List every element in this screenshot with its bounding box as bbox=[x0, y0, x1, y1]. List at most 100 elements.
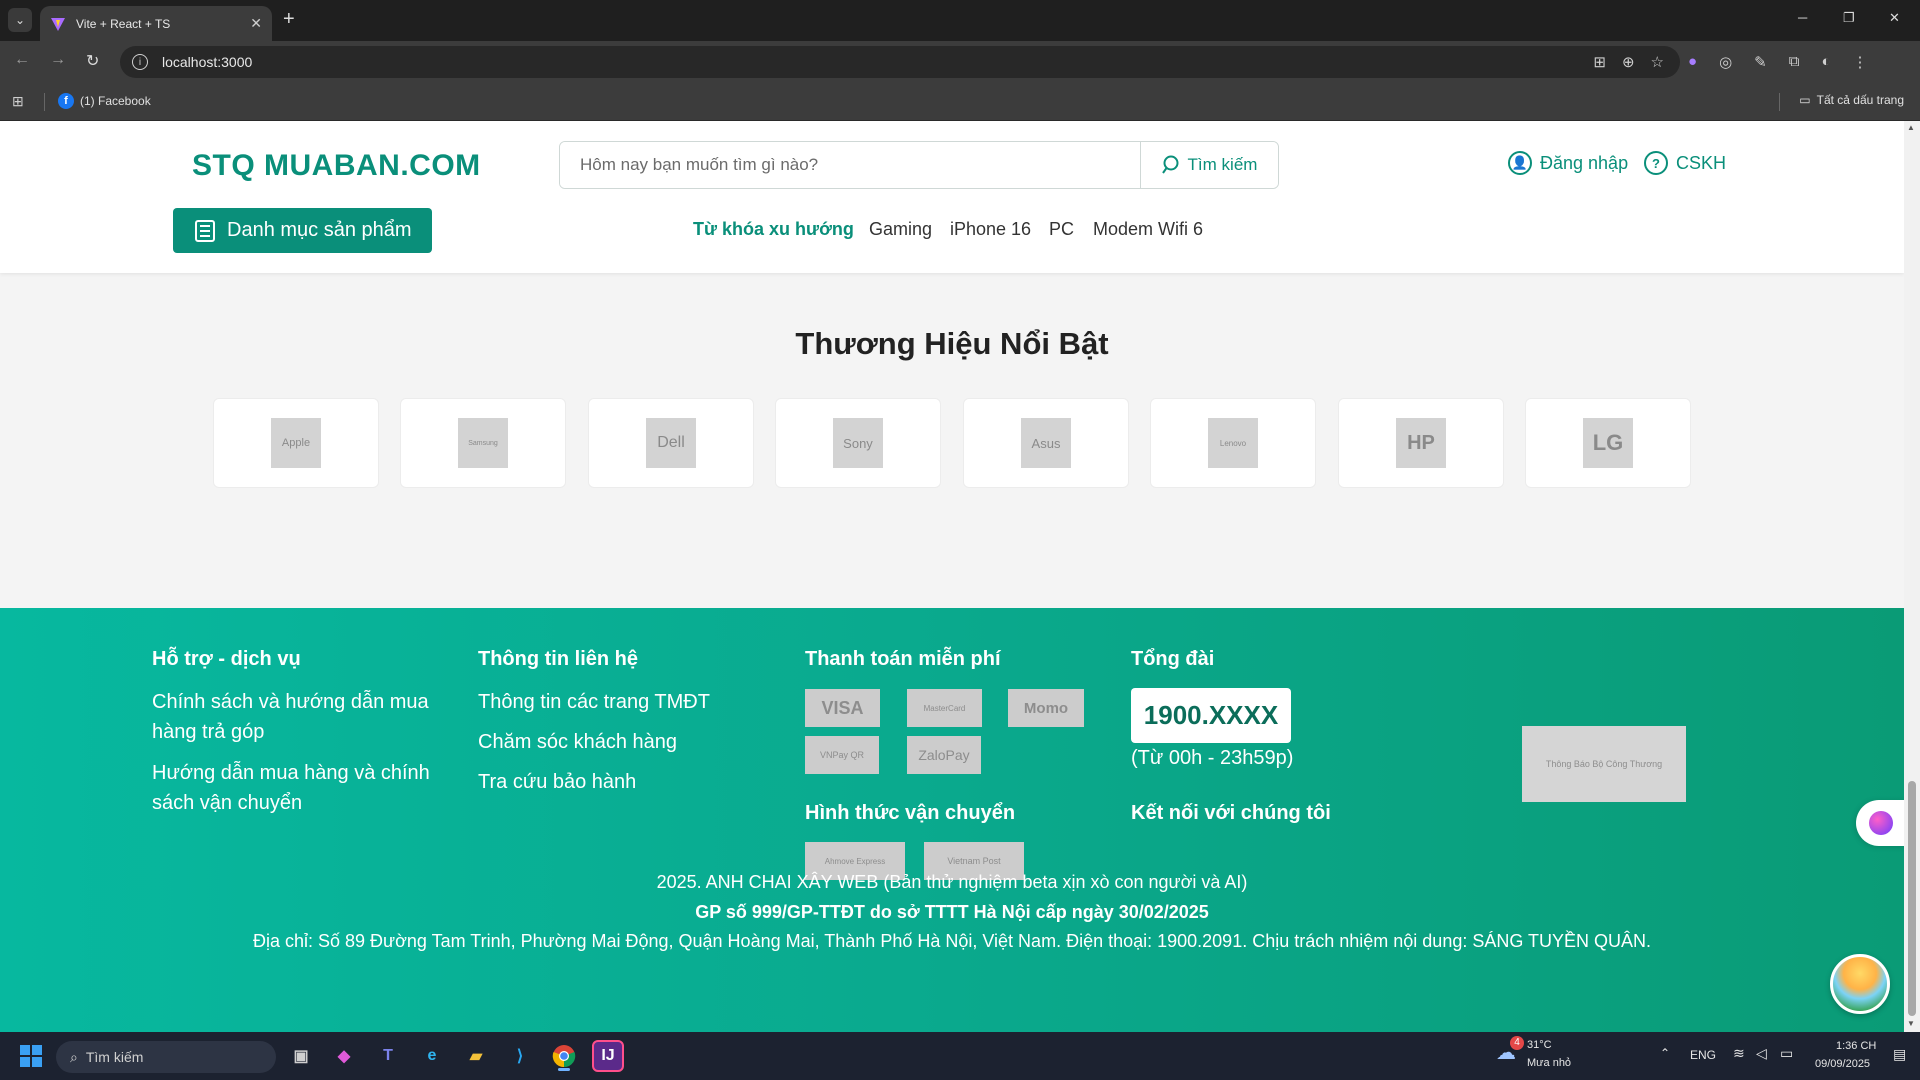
bookmark-facebook-label: (1) Facebook bbox=[80, 94, 151, 108]
bookmarks-divider-right bbox=[1779, 93, 1780, 111]
tab-title: Vite + React + TS bbox=[76, 16, 171, 31]
page-scrollbar[interactable]: ▲ ▼ bbox=[1904, 121, 1920, 1032]
site-footer: Hỗ trợ - dịch vụ Chính sách và hướng dẫn… bbox=[0, 608, 1904, 1032]
footer-link[interactable]: Thông tin các trang TMĐT bbox=[478, 687, 710, 717]
translate-icon[interactable]: ⊞ bbox=[1593, 53, 1606, 71]
payment-zalopay: ZaloPay bbox=[907, 736, 981, 774]
support-link[interactable]: ? CSKH bbox=[1644, 151, 1726, 175]
hotline-number[interactable]: 1900.XXXX bbox=[1131, 688, 1291, 743]
restore-icon[interactable]: ❐ bbox=[1843, 10, 1855, 26]
forward-icon[interactable]: → bbox=[50, 51, 66, 69]
scrollbar-thumb[interactable] bbox=[1908, 781, 1916, 1016]
chat-widget-button[interactable] bbox=[1830, 954, 1890, 1014]
payment-vnpay: VNPay QR bbox=[805, 736, 879, 774]
scroll-up-icon[interactable]: ▲ bbox=[1907, 123, 1915, 132]
wifi-icon[interactable]: ≋ bbox=[1733, 1045, 1745, 1062]
language-indicator[interactable]: ENG bbox=[1690, 1048, 1716, 1062]
brand-logo: Asus bbox=[1021, 418, 1071, 468]
tray-overflow-icon[interactable]: ⌃ bbox=[1660, 1046, 1670, 1060]
user-icon: 👤 bbox=[1508, 151, 1532, 175]
bookmarks-bar: ⊞ f (1) Facebook ▭ Tất cả dấu trang bbox=[0, 83, 1920, 121]
ai-assistant-button[interactable] bbox=[1856, 800, 1904, 846]
teams-icon[interactable]: T bbox=[372, 1040, 404, 1072]
clock-date[interactable]: 09/09/2025 bbox=[1815, 1058, 1870, 1070]
vscode-icon[interactable]: ⟩ bbox=[504, 1040, 536, 1072]
brand-card-lenovo[interactable]: Lenovo bbox=[1150, 398, 1316, 488]
brand-card-samsung[interactable]: Samsung bbox=[400, 398, 566, 488]
zoom-icon[interactable]: ⊕ bbox=[1622, 53, 1635, 71]
brands-section-title: Thương Hiệu Nổi Bật bbox=[795, 326, 1109, 361]
new-tab-icon[interactable]: + bbox=[283, 9, 295, 29]
back-icon[interactable]: ← bbox=[14, 51, 30, 69]
browser-tab[interactable]: Vite + React + TS ✕ bbox=[40, 6, 272, 41]
volume-icon[interactable]: ◁ bbox=[1756, 1045, 1767, 1062]
tab-search-menu-icon[interactable]: ⌄ bbox=[8, 8, 32, 32]
brand-logo: Sony bbox=[833, 418, 883, 468]
search-bar: Tìm kiếm bbox=[559, 141, 1279, 189]
address-bar-actions: ⊞ ⊕ ☆ bbox=[1593, 53, 1664, 71]
search-button[interactable]: Tìm kiếm bbox=[1140, 142, 1278, 188]
extensions-puzzle-icon[interactable]: ⧉ bbox=[1789, 53, 1800, 71]
file-explorer-icon[interactable]: ▰ bbox=[460, 1040, 492, 1072]
brand-card-sony[interactable]: Sony bbox=[775, 398, 941, 488]
chrome-icon[interactable] bbox=[548, 1040, 580, 1072]
vite-favicon-icon bbox=[51, 17, 65, 31]
brand-card-asus[interactable]: Asus bbox=[963, 398, 1129, 488]
edge-icon[interactable]: e bbox=[416, 1040, 448, 1072]
battery-icon[interactable]: ▭ bbox=[1780, 1045, 1793, 1062]
weather-badge: 4 bbox=[1510, 1036, 1524, 1050]
trending-keyword[interactable]: PC bbox=[1049, 219, 1074, 240]
trending-keyword[interactable]: iPhone 16 bbox=[950, 219, 1031, 240]
footer-support-heading: Hỗ trợ - dịch vụ bbox=[152, 648, 301, 670]
gov-registration-badge[interactable]: Thông Báo Bộ Công Thương bbox=[1522, 726, 1686, 802]
footer-link[interactable]: Tra cứu bảo hành bbox=[478, 767, 636, 797]
trending-keyword[interactable]: Gaming bbox=[869, 219, 932, 240]
extension-icons: ● ◎ ✎ ⧉ ◐ ⋮ bbox=[1688, 53, 1868, 71]
brand-card-lg[interactable]: LG bbox=[1525, 398, 1691, 488]
brand-logo: Apple bbox=[271, 418, 321, 468]
tab-close-icon[interactable]: ✕ bbox=[250, 15, 262, 32]
taskbar-search[interactable]: ⌕ Tìm kiếm bbox=[56, 1041, 276, 1073]
bookmark-star-icon[interactable]: ☆ bbox=[1651, 53, 1664, 71]
clock-time[interactable]: 1:36 CH bbox=[1836, 1040, 1876, 1052]
bookmarks-divider bbox=[44, 93, 45, 111]
list-icon bbox=[195, 219, 215, 242]
url-text: localhost:3000 bbox=[162, 54, 253, 70]
footer-link[interactable]: Hướng dẫn mua hàng và chính sách vận chu… bbox=[152, 758, 452, 818]
brand-logo: Samsung bbox=[458, 418, 508, 468]
brand-card-hp[interactable]: HP bbox=[1338, 398, 1504, 488]
windows-start-icon[interactable] bbox=[20, 1045, 42, 1067]
brand-card-dell[interactable]: Dell bbox=[588, 398, 754, 488]
footer-link[interactable]: Chăm sóc khách hàng bbox=[478, 727, 677, 757]
trending-keyword[interactable]: Modem Wifi 6 bbox=[1093, 219, 1203, 240]
site-logo[interactable]: STQ MUABAN.COM bbox=[192, 149, 481, 183]
window-close-icon[interactable]: ✕ bbox=[1889, 10, 1900, 26]
task-view-icon[interactable]: ▣ bbox=[285, 1040, 317, 1072]
search-button-label: Tìm kiếm bbox=[1187, 155, 1258, 174]
brand-logo: HP bbox=[1396, 418, 1446, 468]
category-menu-button[interactable]: Danh mục sản phẩm bbox=[173, 208, 432, 253]
scroll-down-icon[interactable]: ▼ bbox=[1907, 1019, 1915, 1028]
bookmark-facebook[interactable]: f (1) Facebook bbox=[58, 93, 151, 109]
site-info-icon[interactable]: i bbox=[132, 54, 148, 70]
copilot-icon[interactable]: ◆ bbox=[328, 1040, 360, 1072]
minimize-icon[interactable]: ─ bbox=[1798, 10, 1807, 25]
footer-link[interactable]: Chính sách và hướng dẫn mua hàng trả góp bbox=[152, 687, 452, 747]
brand-card-apple[interactable]: Apple bbox=[213, 398, 379, 488]
extension-ai-icon[interactable]: ● bbox=[1688, 53, 1697, 71]
facebook-icon: f bbox=[58, 93, 74, 109]
profile-icon[interactable]: ◐ bbox=[1821, 53, 1830, 71]
browser-menu-icon[interactable]: ⋮ bbox=[1853, 53, 1868, 71]
search-input[interactable] bbox=[560, 142, 1140, 188]
notification-icon[interactable]: ▤ bbox=[1893, 1046, 1906, 1063]
login-link[interactable]: 👤 Đăng nhập bbox=[1508, 151, 1628, 175]
address-bar[interactable]: i localhost:3000 ⊞ ⊕ ☆ bbox=[120, 46, 1680, 78]
all-bookmarks[interactable]: ▭ Tất cả dấu trang bbox=[1799, 93, 1904, 107]
login-label: Đăng nhập bbox=[1540, 152, 1629, 173]
apps-grid-icon[interactable]: ⊞ bbox=[12, 93, 24, 110]
search-icon bbox=[1161, 155, 1179, 174]
extension-pen-icon[interactable]: ✎ bbox=[1754, 53, 1767, 71]
reload-icon[interactable]: ↻ bbox=[86, 51, 99, 71]
intellij-icon[interactable]: IJ bbox=[592, 1040, 624, 1072]
extension-compass-icon[interactable]: ◎ bbox=[1719, 53, 1732, 71]
